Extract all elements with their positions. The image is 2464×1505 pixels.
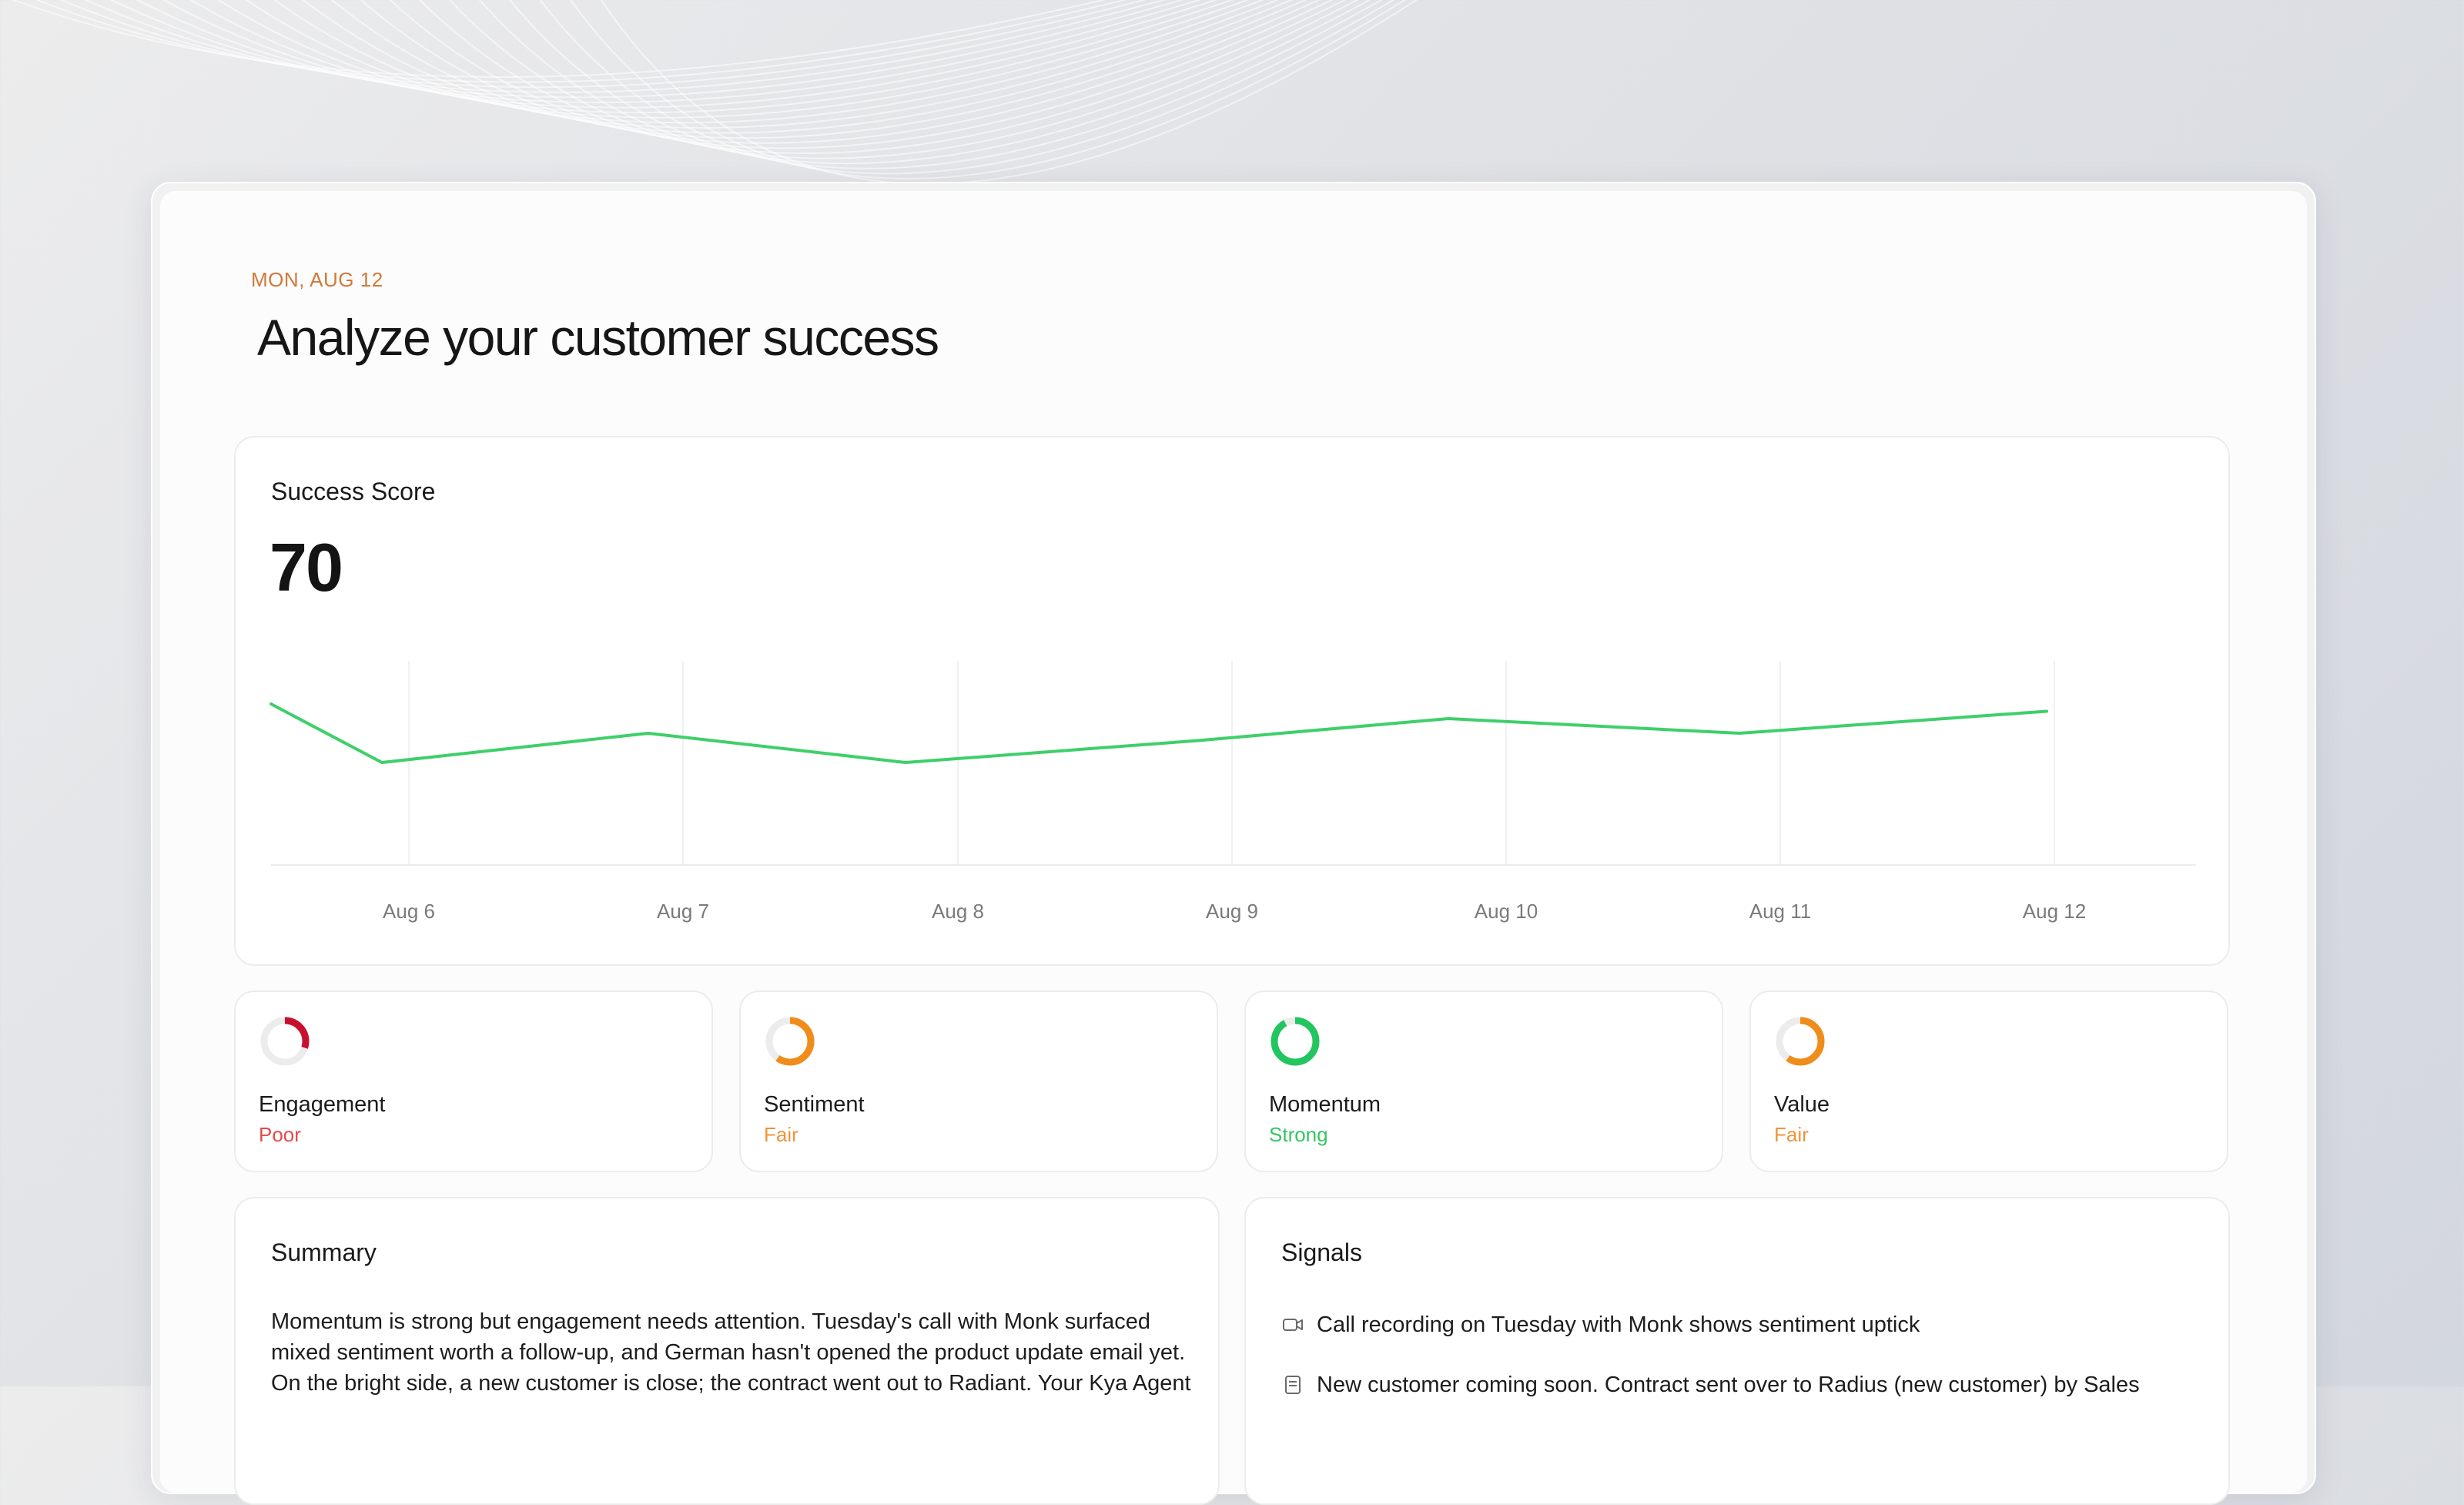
chart-x-tick-label: Aug 9 xyxy=(1206,900,1258,923)
metric-status: Poor xyxy=(259,1123,301,1147)
background-line xyxy=(0,0,1406,92)
background-line xyxy=(83,0,1434,112)
background-line xyxy=(524,0,1522,179)
success-score-title: Success Score xyxy=(271,478,435,506)
summary-title: Summary xyxy=(271,1239,377,1267)
video-camera-icon xyxy=(1281,1313,1304,1336)
success-score-card: Aug 6 Aug 7 Aug 8 Aug 9 Aug 10 Aug 11 Aug 12 S… xyxy=(234,436,2230,966)
metric-name: Sentiment xyxy=(764,1092,865,1118)
signals-title: Signals xyxy=(1281,1239,1362,1267)
metric-name: Value xyxy=(1774,1092,1830,1118)
background-line xyxy=(253,0,1468,138)
signal-text: New customer coming soon. Contract sent … xyxy=(1317,1373,2140,1398)
success-score-chart: Aug 6 Aug 7 Aug 8 Aug 9 Aug 10 Aug 11 Aug 12 xyxy=(236,437,2231,967)
chart-x-tick-label: Aug 12 xyxy=(2023,900,2086,923)
chart-x-tick-label: Aug 10 xyxy=(1475,900,1538,923)
chart-x-tick-label: Aug 8 xyxy=(932,900,984,923)
background-line xyxy=(185,0,1454,128)
sentiment-donut-icon xyxy=(764,1015,816,1068)
metric-name: Engagement xyxy=(259,1092,385,1118)
signal-item[interactable]: New customer coming soon. Contract sent … xyxy=(1281,1369,2140,1400)
chart-x-tick-label: Aug 7 xyxy=(657,900,709,923)
date-label: MON, AUG 12 xyxy=(251,268,383,292)
metric-status: Fair xyxy=(1774,1123,1809,1147)
chart-x-tick-label: Aug 6 xyxy=(383,900,435,923)
signal-item[interactable]: Call recording on Tuesday with Monk show… xyxy=(1281,1309,1920,1340)
metric-card-momentum[interactable]: Momentum Strong xyxy=(1244,990,1723,1172)
metric-status: Strong xyxy=(1269,1123,1328,1147)
chart-x-tick-label: Aug 11 xyxy=(1749,900,1811,923)
metric-card-engagement[interactable]: Engagement Poor xyxy=(234,990,713,1172)
value-donut-icon xyxy=(1774,1015,1826,1068)
signal-text: Call recording on Tuesday with Monk show… xyxy=(1317,1312,1920,1338)
success-score-value: 70 xyxy=(270,528,342,607)
metric-card-sentiment[interactable]: Sentiment Fair xyxy=(739,990,1218,1172)
background-line xyxy=(151,0,1447,122)
background-line xyxy=(388,0,1495,159)
metric-status: Fair xyxy=(764,1123,798,1147)
metric-name: Momentum xyxy=(1269,1092,1381,1118)
page-title: Analyze your customer success xyxy=(257,308,939,367)
metric-card-value[interactable]: Value Fair xyxy=(1749,990,2228,1172)
donut-fill xyxy=(1274,1021,1316,1062)
summary-text: Momentum is strong but engagement needs … xyxy=(271,1306,1195,1399)
signals-card: Signals Call recording on Tuesday with M… xyxy=(1244,1197,2230,1505)
document-icon xyxy=(1281,1373,1304,1396)
engagement-donut-icon xyxy=(259,1015,311,1068)
summary-card: Summary Momentum is strong but engagemen… xyxy=(234,1197,1220,1505)
momentum-donut-icon xyxy=(1269,1015,1321,1068)
